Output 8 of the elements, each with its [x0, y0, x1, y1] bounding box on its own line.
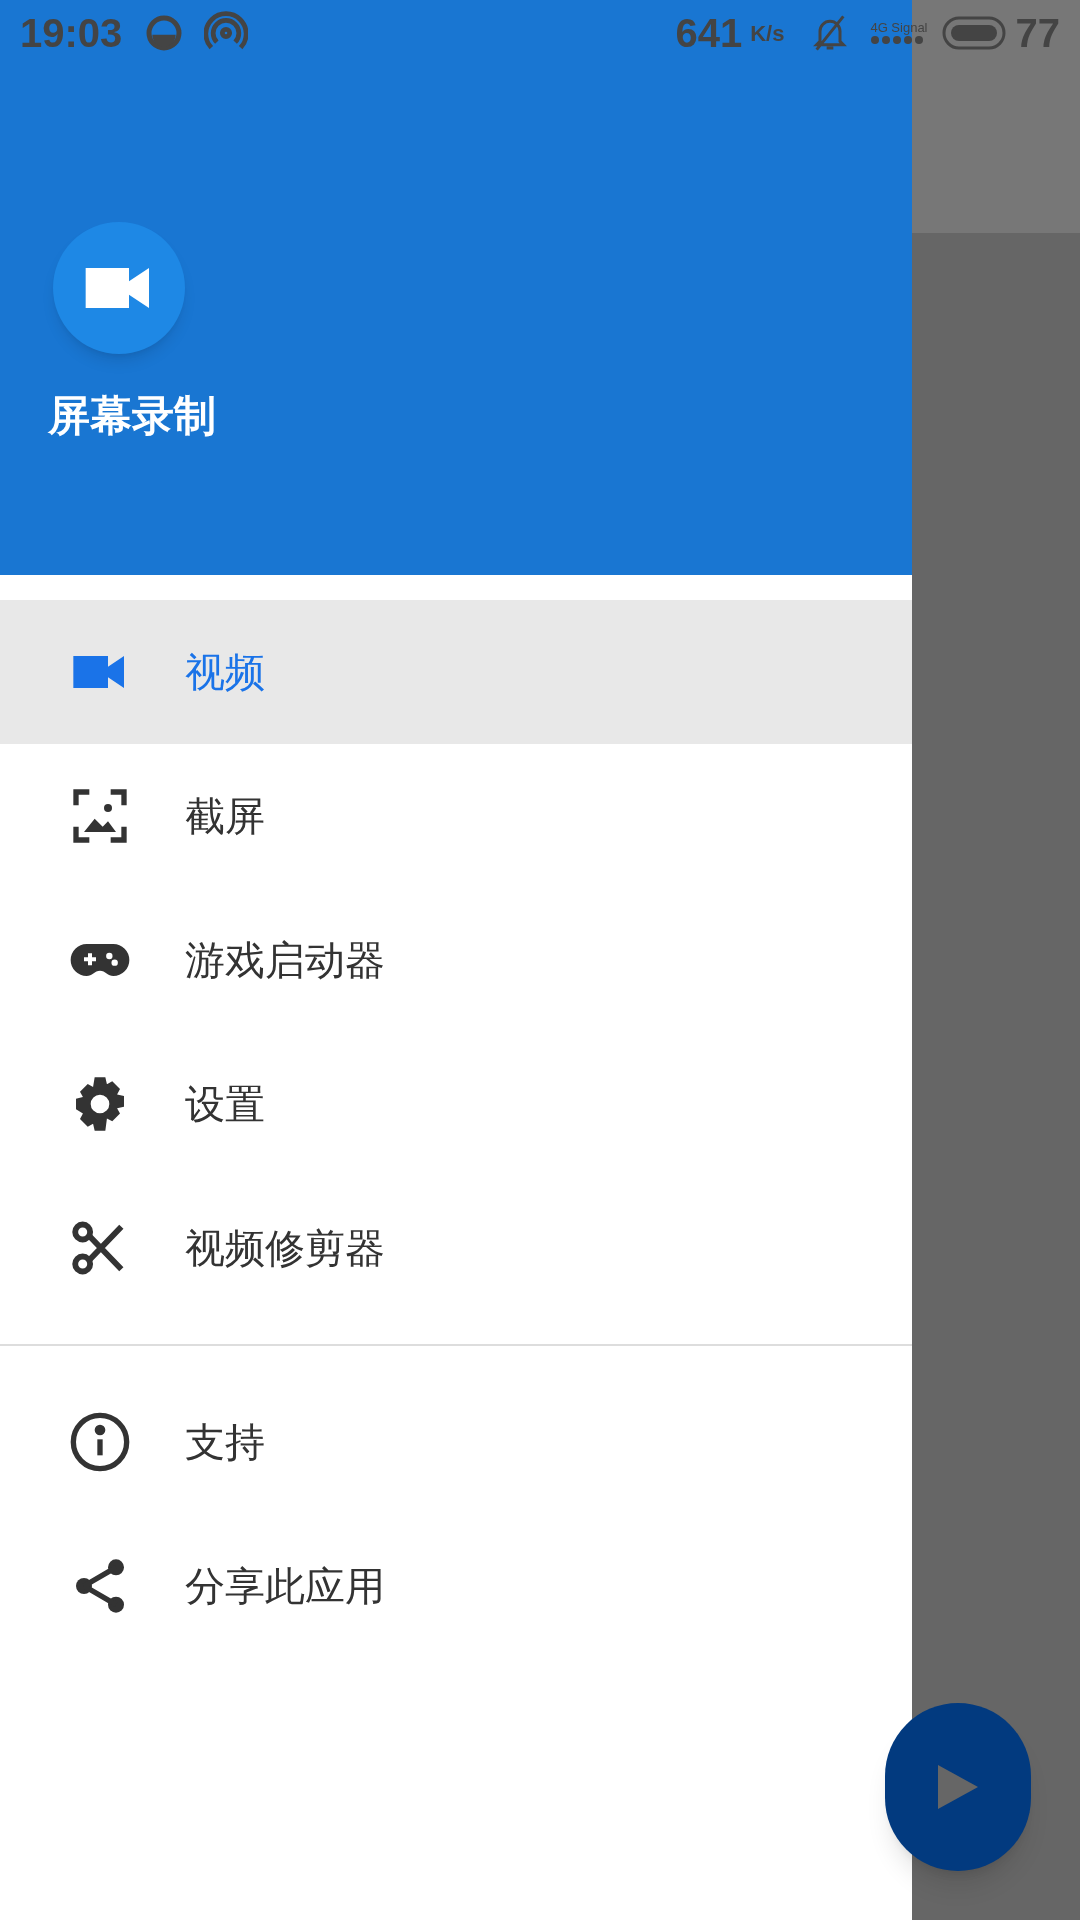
network-speed: 641 [675, 10, 743, 57]
speed-unit: K/s [750, 19, 785, 48]
menu-item[interactable]: 视频 [0, 600, 912, 744]
play-icon [938, 1765, 978, 1809]
info-icon [68, 1410, 132, 1474]
app-name: 屏幕录制 [48, 391, 217, 441]
clock: 19:03 [20, 10, 123, 57]
battery-icon [941, 16, 1006, 50]
